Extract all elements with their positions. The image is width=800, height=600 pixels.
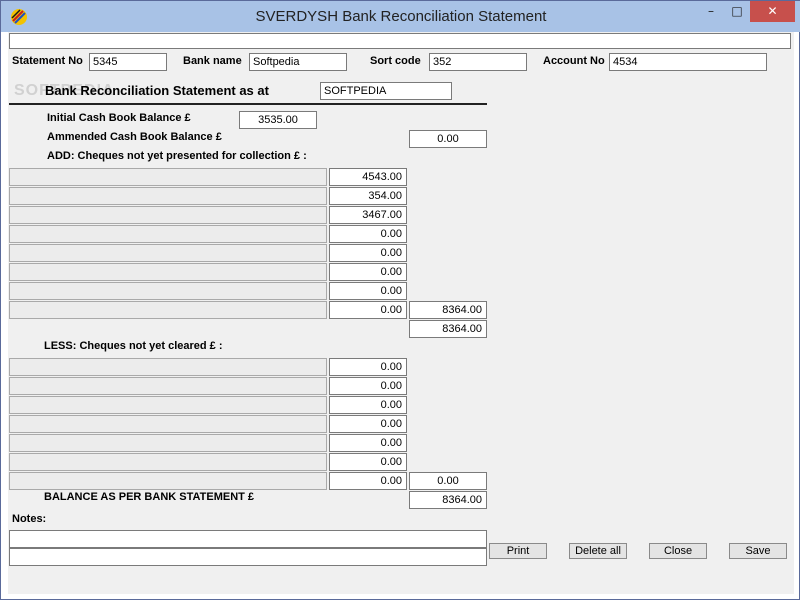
less-row-amount[interactable]: 0.00 — [329, 358, 407, 376]
close-button[interactable]: Close — [649, 543, 707, 559]
add-row-amount[interactable]: 0.00 — [329, 263, 407, 281]
add-row-amount[interactable]: 0.00 — [329, 244, 407, 262]
add-row-amount[interactable]: 0.00 — [329, 225, 407, 243]
less-row-amount[interactable]: 0.00 — [329, 396, 407, 414]
less-row-amount[interactable]: 0.00 — [329, 415, 407, 433]
less-row-desc[interactable] — [9, 472, 327, 490]
add-row-desc[interactable] — [9, 206, 327, 224]
sort-code-input[interactable]: 352 — [429, 53, 527, 71]
add-subtotal-field: 8364.00 — [409, 301, 487, 319]
amended-balance-label: Ammended Cash Book Balance £ — [47, 131, 222, 143]
less-row-amount[interactable]: 0.00 — [329, 377, 407, 395]
add-row-amount[interactable]: 4543.00 — [329, 168, 407, 186]
add-row-amount[interactable]: 0.00 — [329, 301, 407, 319]
initial-balance-label: Initial Cash Book Balance £ — [47, 112, 191, 124]
top-input-bar[interactable] — [9, 33, 791, 49]
less-row-desc[interactable] — [9, 358, 327, 376]
less-row-desc[interactable] — [9, 377, 327, 395]
add-section-label: ADD: Cheques not yet presented for colle… — [47, 150, 307, 162]
less-row-amount[interactable]: 0.00 — [329, 472, 407, 490]
less-section-label: LESS: Cheques not yet cleared £ : — [44, 340, 223, 352]
bank-name-input[interactable]: Softpedia — [249, 53, 347, 71]
statement-no-label: Statement No — [12, 55, 83, 67]
add-row-amount[interactable]: 3467.00 — [329, 206, 407, 224]
add-row-desc[interactable] — [9, 301, 327, 319]
maximize-button[interactable]: □ — [724, 1, 750, 22]
print-button[interactable]: Print — [489, 543, 547, 559]
add-row-amount[interactable]: 354.00 — [329, 187, 407, 205]
initial-balance-input[interactable]: 3535.00 — [239, 111, 317, 129]
close-window-button[interactable]: ✕ — [750, 1, 795, 22]
add-row-desc[interactable] — [9, 225, 327, 243]
statement-no-input[interactable]: 5345 — [89, 53, 167, 71]
bank-balance-label: BALANCE AS PER BANK STATEMENT £ — [44, 491, 255, 503]
add-row-desc[interactable] — [9, 244, 327, 262]
title-bar: SVERDYSH Bank Reconciliation Statement –… — [1, 1, 800, 32]
bank-balance-field: 8364.00 — [409, 491, 487, 509]
less-row-amount[interactable]: 0.00 — [329, 453, 407, 471]
window-title: SVERDYSH Bank Reconciliation Statement — [255, 8, 547, 25]
minimize-button[interactable]: – — [698, 1, 724, 22]
notes-line-2[interactable] — [9, 548, 487, 566]
add-row-amount[interactable]: 0.00 — [329, 282, 407, 300]
less-row-amount[interactable]: 0.00 — [329, 434, 407, 452]
add-running-total-field: 8364.00 — [409, 320, 487, 338]
statement-heading: Bank Reconciliation Statement as at — [45, 83, 269, 98]
add-row-desc[interactable] — [9, 187, 327, 205]
account-no-label: Account No — [543, 55, 605, 67]
add-row-desc[interactable] — [9, 168, 327, 186]
heading-divider — [9, 103, 487, 105]
save-button[interactable]: Save — [729, 543, 787, 559]
delete-all-button[interactable]: Delete all — [569, 543, 627, 559]
less-row-desc[interactable] — [9, 453, 327, 471]
bank-name-label: Bank name — [183, 55, 242, 67]
less-row-desc[interactable] — [9, 396, 327, 414]
less-row-desc[interactable] — [9, 415, 327, 433]
add-row-desc[interactable] — [9, 263, 327, 281]
less-row-desc[interactable] — [9, 434, 327, 452]
less-subtotal-field: 0.00 — [409, 472, 487, 490]
statement-date-input[interactable]: SOFTPEDIA — [320, 82, 452, 100]
notes-label: Notes: — [12, 513, 47, 525]
notes-line-1[interactable] — [9, 530, 487, 548]
sort-code-label: Sort code — [370, 55, 421, 67]
add-row-desc[interactable] — [9, 282, 327, 300]
account-no-input[interactable]: 4534 — [609, 53, 767, 71]
amended-balance-field: 0.00 — [409, 130, 487, 148]
